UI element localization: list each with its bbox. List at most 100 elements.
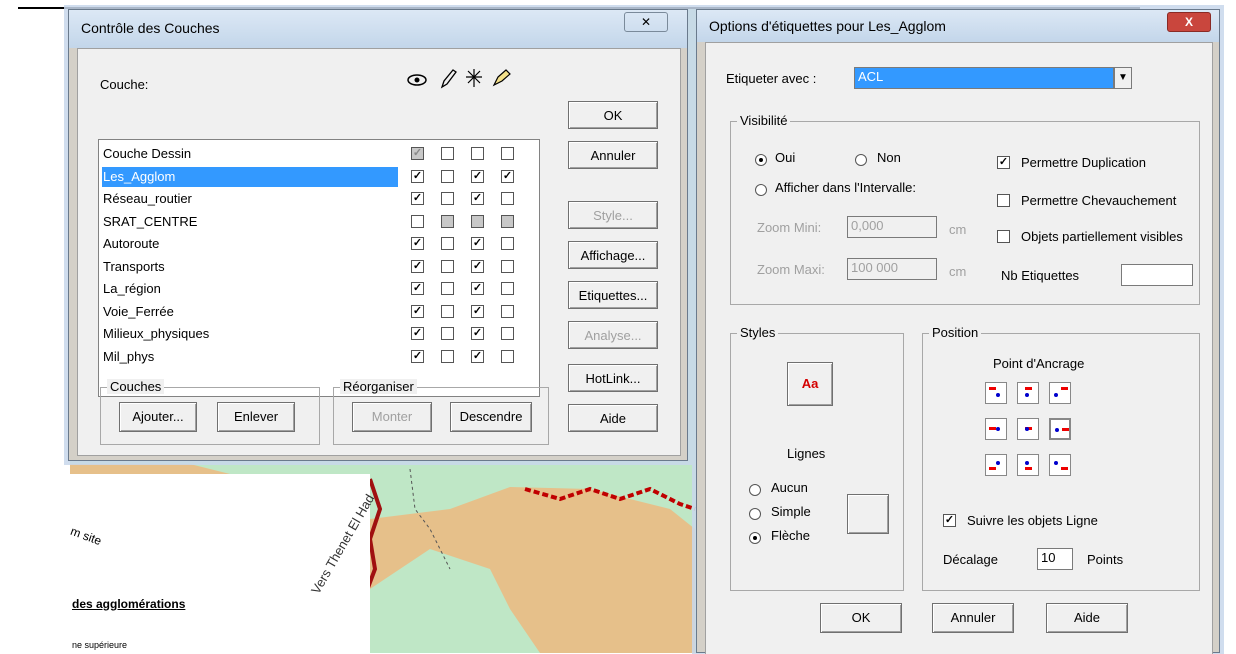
text-style-button[interactable]: Aa — [787, 362, 833, 406]
add-layer-button[interactable]: Ajouter... — [119, 402, 197, 432]
visibility-yes-radio[interactable] — [755, 154, 767, 166]
line-style-button[interactable] — [847, 494, 889, 534]
display-button[interactable]: Affichage... — [568, 241, 658, 269]
layer-row[interactable]: Réseau_routier — [102, 189, 398, 209]
layer-editable-checkbox[interactable] — [441, 192, 454, 205]
layer-selectable-checkbox[interactable] — [471, 214, 484, 228]
allow-overlap-checkbox[interactable] — [997, 194, 1010, 207]
layer-row[interactable]: Couche Dessin — [102, 144, 398, 164]
layer-editable-checkbox[interactable] — [441, 349, 454, 363]
layer-selectable-checkbox[interactable]: ✓ — [471, 169, 484, 183]
layer-visible-checkbox[interactable]: ✓ — [411, 237, 424, 250]
label-options-client: Etiqueter avec : ACL ▼ Visibilité Oui No… — [705, 42, 1213, 654]
layer-labeled-checkbox[interactable] — [501, 282, 514, 295]
visibility-group: Visibilité Oui Non Afficher dans l'Inter… — [730, 113, 1200, 305]
line-arrow-radio[interactable] — [749, 532, 761, 544]
anchor-position-1-0[interactable] — [985, 418, 1007, 440]
follow-lines-checkbox[interactable]: ✓ — [943, 514, 956, 527]
anchor-position-2-1[interactable] — [1017, 454, 1039, 476]
style-button[interactable]: Style... — [568, 201, 658, 229]
layer-labeled-checkbox[interactable] — [501, 147, 514, 160]
visibility-no-radio[interactable] — [855, 154, 867, 166]
help-button[interactable]: Aide — [1046, 603, 1128, 633]
layer-row[interactable]: SRAT_CENTRE — [102, 212, 398, 232]
layer-row[interactable]: Transports — [102, 257, 398, 277]
layer-row[interactable]: Autoroute — [102, 234, 398, 254]
label-field-select[interactable]: ACL — [854, 67, 1114, 89]
layer-editable-checkbox[interactable] — [441, 327, 454, 340]
layer-visible-checkbox[interactable]: ✓ — [411, 304, 424, 318]
layer-editable-checkbox[interactable] — [441, 259, 454, 273]
close-button[interactable]: ✕ — [624, 12, 668, 32]
labels-button[interactable]: Etiquettes... — [568, 281, 658, 309]
line-none-radio[interactable] — [749, 484, 761, 496]
anchor-position-1-2[interactable] — [1049, 418, 1071, 440]
allow-duplication-checkbox[interactable]: ✓ — [997, 156, 1010, 169]
anchor-position-1-1[interactable] — [1017, 418, 1039, 440]
label-options-titlebar[interactable]: Options d'étiquettes pour Les_Agglom X — [697, 10, 1219, 42]
layer-visible-checkbox[interactable]: ✓ — [411, 259, 424, 273]
close-button[interactable]: X — [1167, 12, 1211, 32]
analysis-button[interactable]: Analyse... — [568, 321, 658, 349]
label-icon — [492, 69, 511, 87]
layer-labeled-checkbox[interactable] — [501, 327, 514, 340]
cancel-button[interactable]: Annuler — [932, 603, 1014, 633]
layer-editable-checkbox[interactable] — [441, 214, 454, 228]
anchor-position-0-1[interactable] — [1017, 382, 1039, 404]
layer-labeled-checkbox[interactable] — [501, 349, 514, 363]
layer-visible-checkbox[interactable]: ✓ — [411, 282, 424, 295]
chevron-down-icon[interactable]: ▼ — [1114, 67, 1132, 89]
layer-selectable-checkbox[interactable]: ✓ — [471, 192, 484, 205]
layer-row[interactable]: Mil_phys — [102, 347, 398, 367]
layer-visible-checkbox[interactable] — [411, 214, 424, 228]
line-simple-radio[interactable] — [749, 508, 761, 520]
layer-visible-checkbox[interactable]: ✓ — [411, 147, 424, 160]
layer-selectable-checkbox[interactable]: ✓ — [471, 282, 484, 295]
layer-editable-checkbox[interactable] — [441, 169, 454, 183]
layer-selectable-checkbox[interactable]: ✓ — [471, 259, 484, 273]
layer-selectable-checkbox[interactable]: ✓ — [471, 349, 484, 363]
ok-button[interactable]: OK — [820, 603, 902, 633]
layer-visible-checkbox[interactable]: ✓ — [411, 349, 424, 363]
layer-row[interactable]: Voie_Ferrée — [102, 302, 398, 322]
layer-labeled-checkbox[interactable] — [501, 237, 514, 250]
move-down-button[interactable]: Descendre — [450, 402, 532, 432]
partial-objects-checkbox[interactable] — [997, 230, 1010, 243]
layer-control-titlebar[interactable]: Contrôle des Couches ✕ — [69, 10, 687, 48]
hotlink-button[interactable]: HotLink... — [568, 364, 658, 392]
help-button[interactable]: Aide — [568, 404, 658, 432]
layer-labeled-checkbox[interactable] — [501, 304, 514, 318]
layer-selectable-checkbox[interactable]: ✓ — [471, 304, 484, 318]
layer-selectable-checkbox[interactable]: ✓ — [471, 237, 484, 250]
layer-editable-checkbox[interactable] — [441, 237, 454, 250]
cancel-button[interactable]: Annuler — [568, 141, 658, 169]
layer-labeled-checkbox[interactable] — [501, 192, 514, 205]
layer-editable-checkbox[interactable] — [441, 282, 454, 295]
visibility-range-radio[interactable] — [755, 184, 767, 196]
layer-selectable-checkbox[interactable]: ✓ — [471, 327, 484, 340]
layer-row[interactable]: Milieux_physiques — [102, 324, 398, 344]
layer-row[interactable]: Les_Agglom — [102, 166, 398, 187]
offset-input[interactable]: 10 — [1037, 548, 1073, 570]
layer-visible-checkbox[interactable]: ✓ — [411, 327, 424, 340]
move-up-button[interactable]: Monter — [352, 402, 432, 432]
anchor-position-0-0[interactable] — [985, 382, 1007, 404]
ok-button[interactable]: OK — [568, 101, 658, 129]
layer-editable-checkbox[interactable] — [441, 304, 454, 318]
anchor-position-2-2[interactable] — [1049, 454, 1071, 476]
anchor-position-0-2[interactable] — [1049, 382, 1071, 404]
layer-list[interactable]: Couche Dessin ✓ Les_Agglom ✓ ✓ ✓ Réseau_routie… — [98, 139, 540, 397]
zoom-min-input[interactable]: 0,000 — [847, 216, 937, 238]
nb-labels-input[interactable] — [1121, 264, 1193, 286]
layer-labeled-checkbox[interactable]: ✓ — [501, 169, 514, 183]
layer-labeled-checkbox[interactable] — [501, 259, 514, 273]
anchor-position-2-0[interactable] — [985, 454, 1007, 476]
layer-visible-checkbox[interactable]: ✓ — [411, 192, 424, 205]
layer-selectable-checkbox[interactable] — [471, 147, 484, 160]
layer-labeled-checkbox[interactable] — [501, 214, 514, 228]
layer-editable-checkbox[interactable] — [441, 147, 454, 160]
zoom-max-input[interactable]: 100 000 — [847, 258, 937, 280]
layer-row[interactable]: La_région — [102, 279, 398, 299]
remove-layer-button[interactable]: Enlever — [217, 402, 295, 432]
layer-visible-checkbox[interactable]: ✓ — [411, 169, 424, 183]
